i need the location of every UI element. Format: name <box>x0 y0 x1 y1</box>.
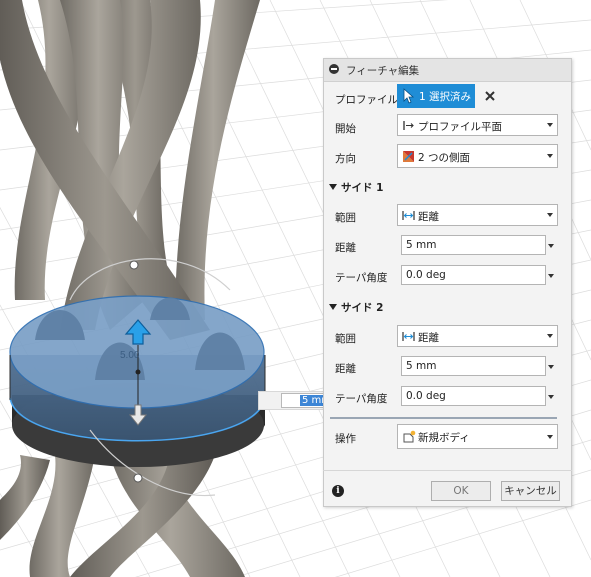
side2-distance-label: 距離 <box>335 363 356 375</box>
chevron-down-icon[interactable] <box>548 395 554 399</box>
profile-label: プロファイル <box>335 94 398 106</box>
chevron-down-icon <box>547 123 553 127</box>
profile-plane-icon <box>403 121 414 130</box>
distance-icon <box>402 211 415 220</box>
chevron-down-icon[interactable] <box>548 244 554 248</box>
info-icon[interactable]: i <box>332 485 344 497</box>
new-body-icon <box>403 430 416 443</box>
collapse-triangle-icon <box>329 304 337 310</box>
clear-selection-icon[interactable] <box>483 89 497 103</box>
collapse-icon[interactable] <box>329 64 339 74</box>
start-value: プロファイル平面 <box>418 121 502 133</box>
twisted-rods-lower <box>0 455 245 577</box>
manipulator-value: 5.00 <box>120 350 140 361</box>
side1-extent-value: 距離 <box>418 211 439 223</box>
operation-label: 操作 <box>335 433 356 445</box>
collapse-triangle-icon <box>329 184 337 190</box>
arc-point[interactable] <box>133 473 143 483</box>
profile-select-button[interactable]: 1 選択済み <box>397 84 475 108</box>
side2-distance-value: 5 mm <box>406 360 437 372</box>
chevron-down-icon[interactable] <box>548 365 554 369</box>
two-sides-icon <box>403 151 414 162</box>
side1-extent-dropdown[interactable]: 距離 <box>397 204 558 226</box>
side1-distance-input[interactable]: 5 mm <box>401 235 546 255</box>
direction-label: 方向 <box>335 153 356 165</box>
chevron-down-icon <box>547 435 553 439</box>
side2-header[interactable]: サイド 2 <box>329 300 383 315</box>
chevron-down-icon <box>547 334 553 338</box>
dialog-title: フィーチャ編集 <box>346 65 420 77</box>
cancel-button[interactable]: キャンセル <box>501 481 560 501</box>
arc-point[interactable] <box>129 260 139 270</box>
footer-divider <box>323 470 572 471</box>
side1-extent-label: 範囲 <box>335 212 356 224</box>
direction-dropdown[interactable]: 2 つの側面 <box>397 144 558 168</box>
chevron-down-icon[interactable] <box>548 274 554 278</box>
ok-button[interactable]: OK <box>431 481 491 501</box>
direction-value: 2 つの側面 <box>418 152 471 164</box>
cursor-arrow-icon <box>403 88 415 104</box>
operation-value: 新規ボディ <box>418 432 470 444</box>
side1-taper-value: 0.0 deg <box>406 269 446 281</box>
side1-distance-value: 5 mm <box>406 239 437 251</box>
profile-select-label: 1 選択済み <box>419 91 472 103</box>
start-label: 開始 <box>335 123 356 135</box>
chevron-down-icon <box>547 213 553 217</box>
side1-header[interactable]: サイド 1 <box>329 180 383 195</box>
dialog-title-bar[interactable]: フィーチャ編集 <box>324 59 571 82</box>
side1-distance-label: 距離 <box>335 242 356 254</box>
start-dropdown[interactable]: プロファイル平面 <box>397 114 558 136</box>
side2-extent-value: 距離 <box>418 332 439 344</box>
side2-distance-input[interactable]: 5 mm <box>401 356 546 376</box>
distance-icon <box>402 332 415 341</box>
side2-extent-dropdown[interactable]: 距離 <box>397 325 558 347</box>
chevron-down-icon <box>547 154 553 158</box>
side2-taper-input[interactable]: 0.0 deg <box>401 386 546 406</box>
side1-taper-input[interactable]: 0.0 deg <box>401 265 546 285</box>
side2-extent-label: 範囲 <box>335 333 356 345</box>
section-separator <box>330 417 557 419</box>
operation-dropdown[interactable]: 新規ボディ <box>397 424 558 449</box>
side1-taper-label: テーパ角度 <box>335 272 388 284</box>
side2-taper-value: 0.0 deg <box>406 390 446 402</box>
side2-taper-label: テーパ角度 <box>335 393 388 405</box>
